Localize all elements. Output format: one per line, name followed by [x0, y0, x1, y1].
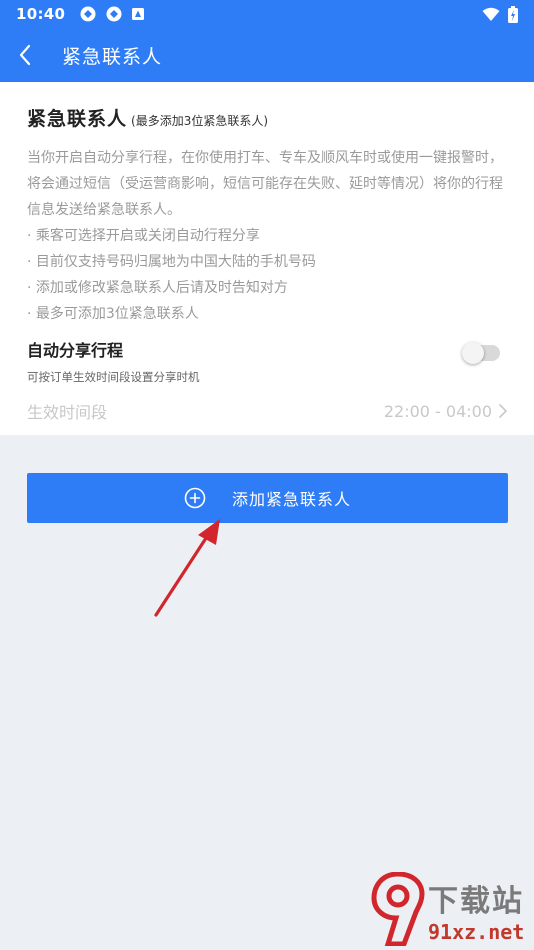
auto-share-toggle[interactable]	[462, 342, 500, 364]
period-row[interactable]: 生效时间段 22:00 - 04:00	[27, 399, 508, 423]
sync-icon	[106, 6, 122, 22]
description-text: 当你开启自动分享行程，在你使用打车、专车及顺风车时或使用一键报警时，将会通过短信…	[27, 150, 503, 218]
notification-icon	[132, 8, 145, 20]
screen: 10:40 紧急联系人 紧急联系人 (最多添加3位紧急联系人) 当你开启自动分享…	[0, 0, 534, 950]
watermark-url: 91xz.net	[428, 920, 525, 944]
bullet-item: · 最多可添加3位紧急联系人	[27, 306, 199, 322]
toggle-knob	[462, 342, 484, 364]
card-title-row: 紧急联系人 (最多添加3位紧急联系人)	[27, 104, 508, 131]
back-button[interactable]	[18, 41, 46, 69]
wifi-icon	[482, 7, 500, 21]
bullet-item: · 乘客可选择开启或关闭自动行程分享	[27, 228, 260, 244]
card-note: (最多添加3位紧急联系人)	[131, 114, 269, 128]
battery-charging-icon	[508, 5, 518, 23]
status-right	[482, 5, 518, 23]
bullet-item: · 添加或修改紧急联系人后请及时告知对方	[27, 280, 288, 296]
chevron-left-icon	[19, 44, 31, 66]
info-card: 紧急联系人 (最多添加3位紧急联系人) 当你开启自动分享行程，在你使用打车、专车…	[0, 82, 534, 435]
auto-share-title: 自动分享行程	[27, 341, 124, 360]
watermark-text: 下载站 91xz.net	[428, 884, 524, 944]
add-contact-label: 添加紧急联系人	[231, 490, 351, 509]
bullet-list: · 乘客可选择开启或关闭自动行程分享 · 目前仅支持号码归属地为中国大陆的手机号…	[27, 223, 508, 327]
chevron-right-icon	[498, 403, 508, 419]
watermark-logo-icon	[371, 872, 425, 946]
watermark-title: 下载站	[428, 884, 524, 919]
status-icons	[79, 5, 145, 23]
card-title: 紧急联系人	[27, 108, 128, 130]
top-bar: 10:40 紧急联系人	[0, 0, 534, 82]
plus-circle-icon	[184, 487, 206, 509]
annotation-arrow-icon	[154, 519, 220, 617]
page-title: 紧急联系人	[62, 45, 163, 68]
status-bar: 10:40	[0, 0, 534, 28]
auto-share-row: 自动分享行程 可按订单生效时间段设置分享时机	[27, 337, 508, 385]
watermark: 下载站 91xz.net	[370, 868, 530, 946]
app-bar: 紧急联系人	[0, 28, 534, 82]
period-label: 生效时间段	[27, 403, 108, 422]
period-value: 22:00 - 04:00	[383, 401, 492, 421]
bullet-item: · 目前仅支持号码归属地为中国大陆的手机号码	[27, 254, 316, 270]
sync-icon	[80, 6, 96, 22]
add-contact-button[interactable]: 添加紧急联系人	[27, 473, 508, 523]
auto-share-subtitle: 可按订单生效时间段设置分享时机	[27, 370, 200, 384]
status-time: 10:40	[16, 5, 66, 23]
